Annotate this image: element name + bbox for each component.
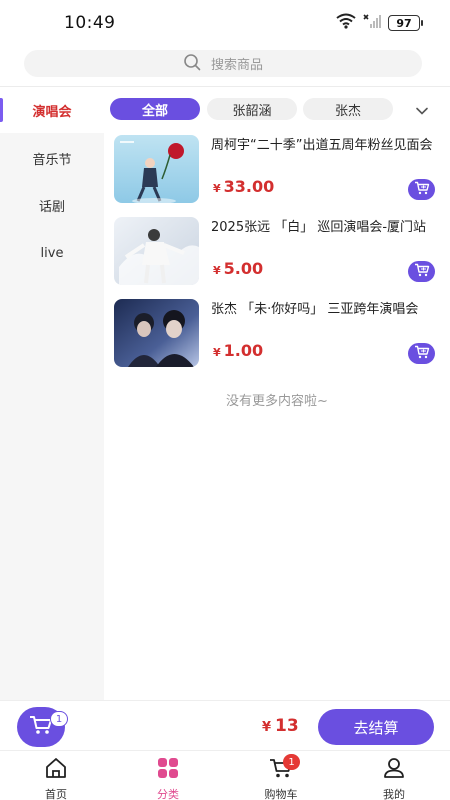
add-to-cart-button[interactable]: [408, 261, 435, 282]
product-card[interactable]: 张杰 「未·你好吗」 三亚跨年演唱会 ¥ 1.00: [114, 299, 440, 369]
sidebar-item-label: 音乐节: [32, 152, 72, 168]
tab-artist-1[interactable]: 张韶涵: [207, 98, 297, 120]
sidebar-item-label: 演唱会: [32, 104, 72, 120]
product-card[interactable]: 2025张远 「白」 巡回演唱会-厦门站 ¥ 5.00: [114, 217, 440, 287]
product-price: ¥ 5.00: [213, 259, 263, 278]
product-card[interactable]: 周柯宇“二十季”出道五周年粉丝见面会 ¥ 33.00: [114, 135, 440, 205]
add-to-cart-button[interactable]: [408, 179, 435, 200]
search-icon: [183, 53, 201, 75]
sidebar-item-music-festival[interactable]: 音乐节: [0, 135, 104, 181]
product-thumbnail[interactable]: [114, 299, 199, 367]
sidebar-item-label: 话剧: [38, 199, 65, 215]
status-bar: 10:49 97: [0, 0, 450, 46]
signal-icon: [362, 13, 382, 33]
bottom-nav: 首页 分类 1 购物车 我的: [0, 750, 450, 800]
nav-profile[interactable]: 我的: [359, 757, 429, 800]
sidebar-item-drama[interactable]: 话剧: [0, 182, 104, 228]
add-to-cart-button[interactable]: [408, 343, 435, 364]
category-icon: [156, 757, 180, 783]
no-more-content-text: 没有更多内容啦~: [226, 394, 328, 409]
cart-count-badge: 1: [50, 711, 68, 727]
product-thumbnail[interactable]: [114, 217, 199, 285]
cart-icon: [414, 262, 430, 281]
price-value: 33.00: [223, 177, 275, 196]
currency-symbol: ¥: [213, 346, 221, 359]
nav-cart[interactable]: 1 购物车: [246, 754, 316, 800]
nav-label: 首页: [45, 788, 67, 800]
search-bar[interactable]: 搜索商品: [24, 50, 422, 77]
status-icons: 97: [336, 13, 423, 33]
checkout-bar: 1 ¥ 13 去结算: [0, 700, 450, 750]
tab-all[interactable]: 全部: [110, 98, 200, 120]
chevron-down-icon: [415, 101, 429, 120]
nav-category[interactable]: 分类: [133, 757, 203, 800]
wifi-icon: [336, 13, 356, 33]
currency-symbol: ¥: [213, 182, 221, 195]
tab-artist-2[interactable]: 张杰: [303, 98, 393, 120]
product-price: ¥ 33.00: [213, 177, 274, 196]
sidebar-item-label: live: [40, 245, 64, 261]
product-title: 周柯宇“二十季”出道五周年粉丝见面会: [211, 138, 433, 153]
artist-tabs: 全部 张韶涵 张杰: [110, 98, 450, 122]
product-price: ¥ 1.00: [213, 341, 263, 360]
sidebar-item-live[interactable]: live: [0, 230, 104, 276]
home-icon: [44, 757, 68, 783]
nav-label: 我的: [383, 788, 405, 800]
price-value: 5.00: [223, 259, 264, 278]
category-sidebar: 演唱会 音乐节 话剧 live: [0, 87, 104, 700]
total-value: 13: [275, 716, 299, 736]
price-value: 1.00: [223, 341, 264, 360]
sidebar-item-concert[interactable]: 演唱会: [0, 87, 104, 133]
nav-label: 分类: [157, 788, 179, 800]
status-time: 10:49: [64, 13, 116, 33]
battery-icon: 97: [388, 15, 423, 31]
currency-symbol: ¥: [262, 720, 272, 735]
cart-badge: 1: [283, 754, 300, 770]
nav-home[interactable]: 首页: [21, 757, 91, 800]
search-placeholder: 搜索商品: [210, 58, 263, 73]
product-title: 2025张远 「白」 巡回演唱会-厦门站: [211, 220, 427, 235]
total-price: ¥ 13: [262, 716, 299, 736]
cart-icon: [414, 344, 430, 363]
expand-tabs-button[interactable]: [412, 100, 432, 120]
user-icon: [382, 757, 406, 783]
nav-label: 购物车: [264, 788, 298, 800]
cart-icon: [414, 180, 430, 199]
currency-symbol: ¥: [213, 264, 221, 277]
product-thumbnail[interactable]: [114, 135, 199, 203]
product-title: 张杰 「未·你好吗」 三亚跨年演唱会: [211, 302, 419, 317]
checkout-button[interactable]: 去结算: [318, 709, 434, 745]
